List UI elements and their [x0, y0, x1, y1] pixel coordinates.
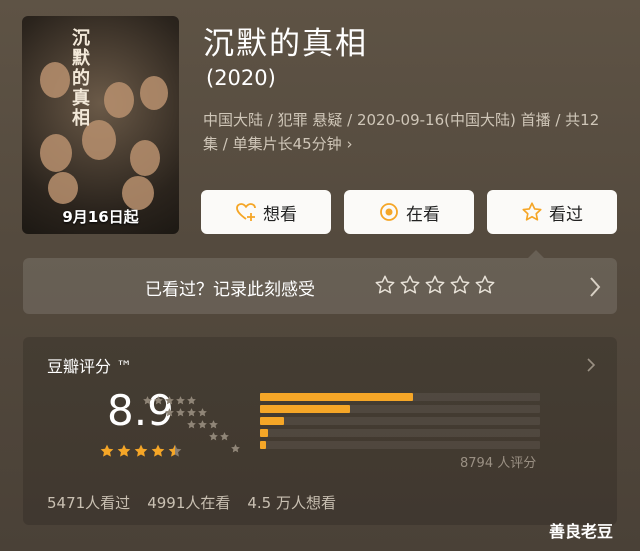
rate-prompt: 已看过？记录此刻感受: [145, 280, 315, 300]
rate-star-icon[interactable]: [374, 274, 396, 300]
watched-button[interactable]: 看过: [487, 190, 617, 234]
heart-plus-icon: [235, 201, 257, 223]
row-fill: [260, 393, 413, 401]
rate-pointer: [528, 250, 544, 258]
score-star-icon: [167, 443, 183, 463]
rate-banner[interactable]: [23, 258, 617, 314]
poster-title: 沉默的真相: [69, 28, 90, 128]
row-star-icon: [164, 403, 175, 422]
row-track: [260, 441, 540, 449]
poster-date: 9月16日起: [62, 208, 139, 226]
watched-label: 看过: [549, 204, 583, 225]
chevron-right-icon[interactable]: [588, 276, 602, 302]
rate-star-icon[interactable]: [424, 274, 446, 300]
poster-face: [130, 140, 160, 176]
rate-stars[interactable]: [374, 274, 496, 300]
rate-star-icon[interactable]: [474, 274, 496, 300]
poster-image[interactable]: 沉默的真相 9月16日起: [22, 16, 179, 234]
rate-star-icon[interactable]: [449, 274, 471, 300]
eye-icon: [378, 201, 400, 223]
poster-face: [122, 176, 154, 210]
row-track: [260, 405, 540, 413]
row-star-icon: [186, 415, 197, 434]
poster-face: [48, 172, 78, 204]
row-star-icon: [142, 391, 153, 410]
release-year: (2020): [206, 66, 276, 90]
score-star-icon: [116, 443, 132, 463]
rating-stars: [99, 443, 183, 463]
audience-stats: 5471人看过 4991人在看 4.5 万人想看: [47, 492, 336, 513]
row-fill: [260, 429, 269, 437]
wanted-count[interactable]: 4.5 万人想看: [247, 492, 336, 513]
star-icon: [521, 201, 543, 223]
score-star-icon: [133, 443, 149, 463]
rate-star-icon[interactable]: [399, 274, 421, 300]
row-star-icon: [230, 439, 241, 458]
page-title: 沉默的真相: [203, 26, 368, 62]
row-track: [260, 417, 540, 425]
score-star-icon: [150, 443, 166, 463]
row-fill: [260, 417, 284, 425]
row-star-icon: [197, 415, 208, 434]
watching-button[interactable]: 在看: [344, 190, 474, 234]
score-star-icon: [99, 443, 115, 463]
row-track: [260, 393, 540, 401]
poster-face: [40, 62, 70, 98]
want-button[interactable]: 想看: [201, 190, 331, 234]
row-star-icon: [219, 427, 230, 446]
show-meta[interactable]: 中国大陆 / 犯罪 悬疑 / 2020-09-16(中国大陆) 首播 / 共12…: [203, 108, 613, 156]
row-track: [260, 429, 540, 437]
watermark: 善良老豆: [549, 522, 614, 541]
watching-count[interactable]: 4991人在看: [147, 492, 230, 513]
watching-label: 在看: [406, 204, 440, 225]
want-label: 想看: [263, 204, 297, 225]
row-fill: [260, 441, 266, 449]
row-star-icon: [175, 403, 186, 422]
chevron-right-icon[interactable]: [586, 357, 596, 377]
row-star-icon: [208, 427, 219, 446]
row-fill: [260, 405, 350, 413]
poster-face: [40, 134, 72, 172]
row-star-icon: [153, 391, 164, 410]
poster-face: [104, 82, 134, 118]
watched-count[interactable]: 5471人看过: [47, 492, 130, 513]
poster-face: [140, 76, 168, 110]
rater-count: 8794 人评分: [460, 456, 537, 471]
rating-title: 豆瓣评分 ™: [47, 357, 133, 376]
